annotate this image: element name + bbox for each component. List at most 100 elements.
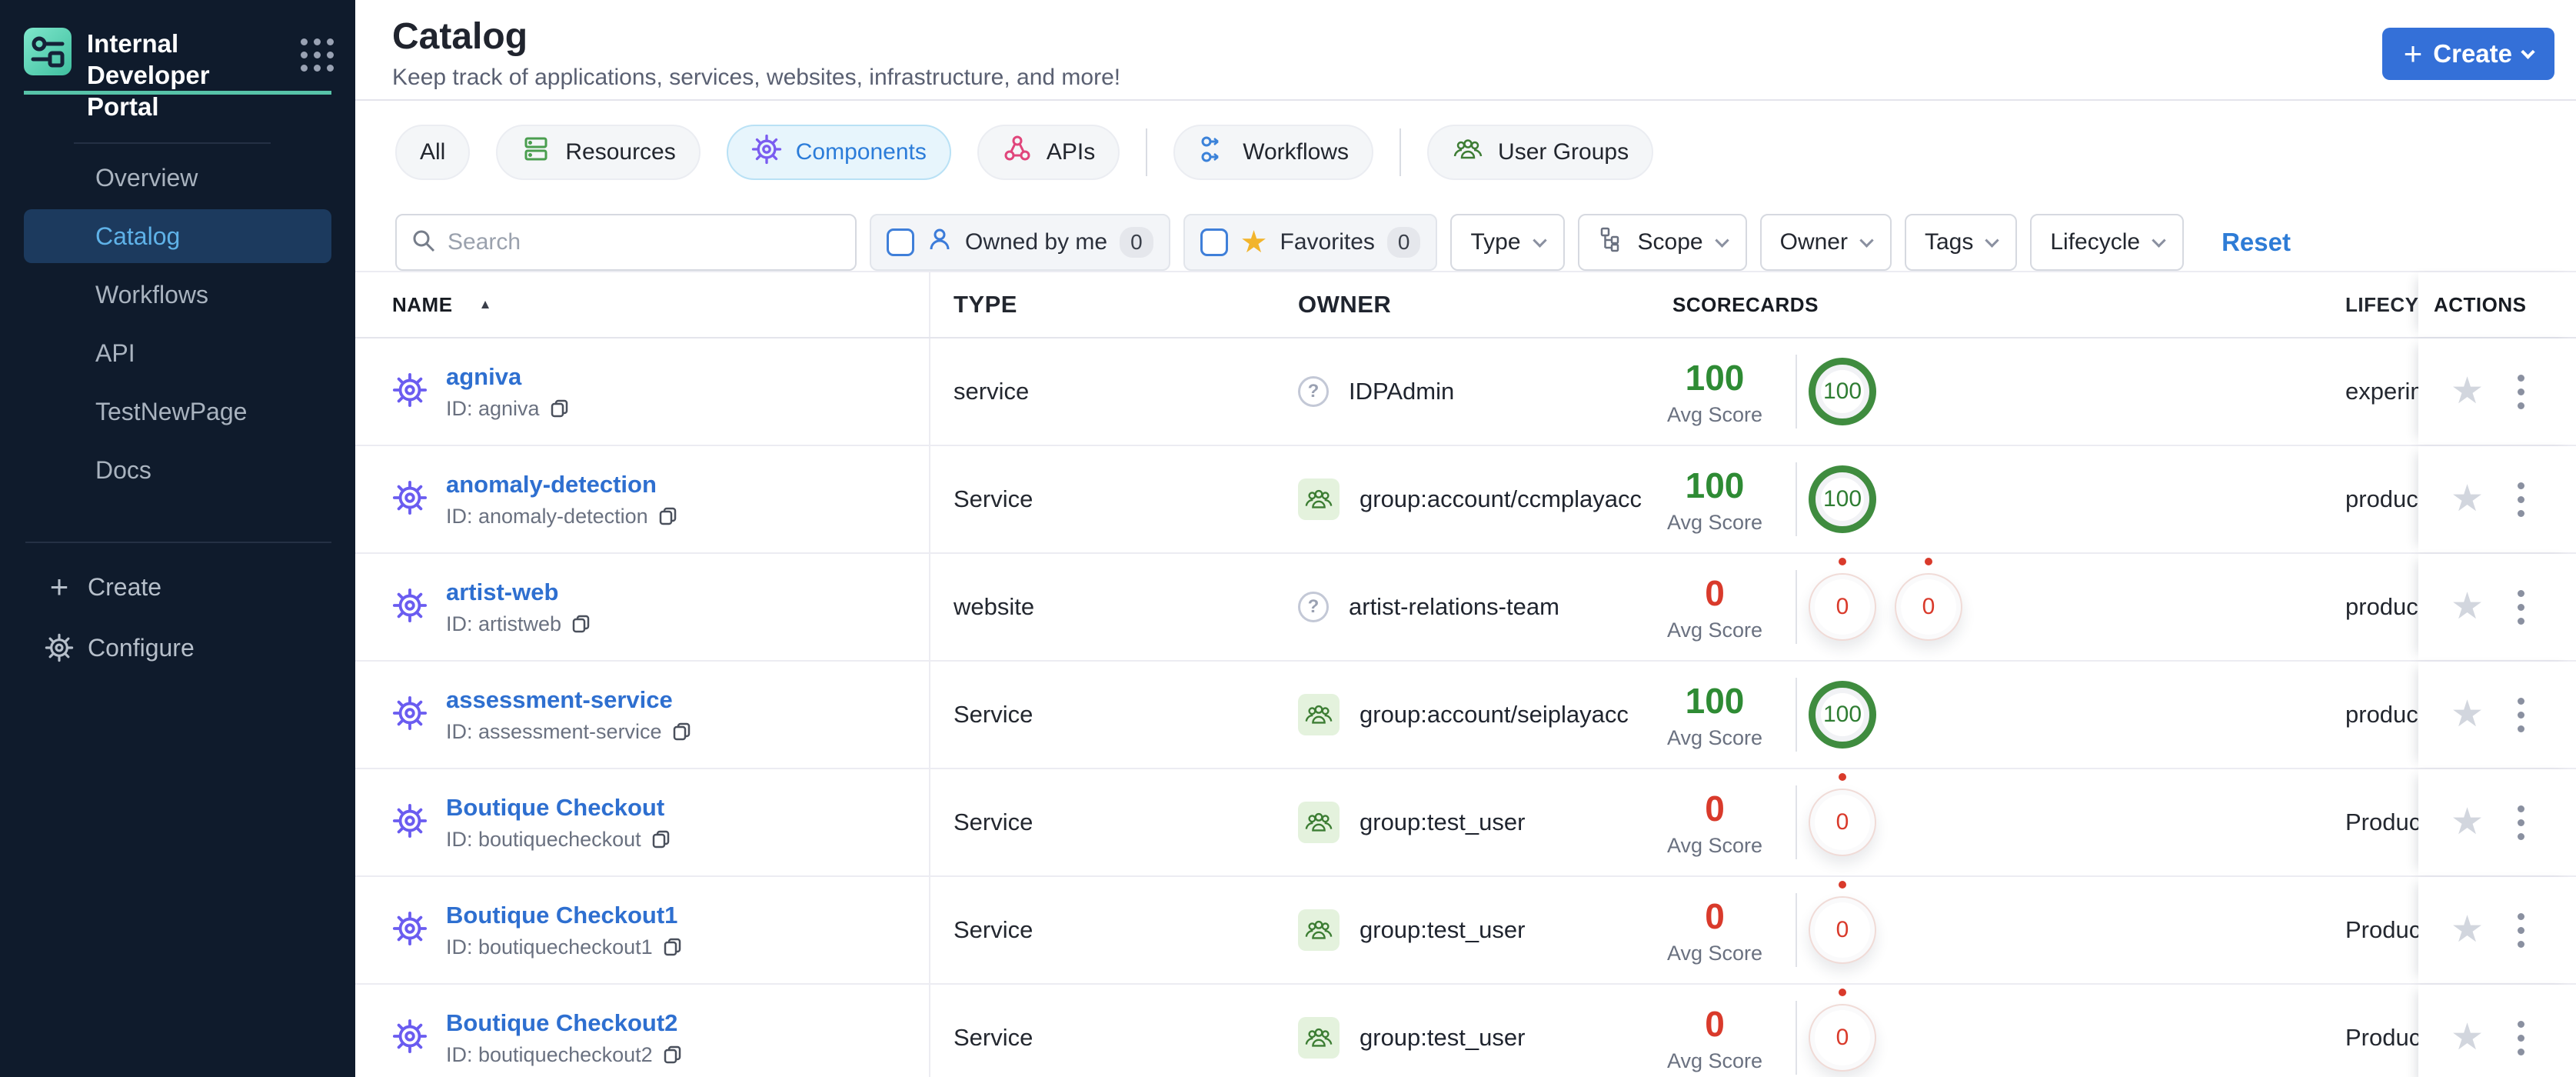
component-name-link[interactable]: assessment-service xyxy=(446,686,673,713)
table-row: Boutique Checkout2 ID: boutiquecheckout2… xyxy=(355,985,2576,1077)
tab-user-groups[interactable]: User Groups xyxy=(1427,125,1654,180)
scorecard-ring-value: 0 xyxy=(1835,917,1849,942)
sort-ascending-icon: ▲ xyxy=(478,297,492,312)
component-name-link[interactable]: Boutique Checkout2 xyxy=(446,1009,677,1036)
favorite-star-icon[interactable]: ★ xyxy=(2451,589,2484,625)
table-row: Boutique Checkout ID: boutiquecheckout S… xyxy=(355,769,2576,877)
tags-dropdown[interactable]: Tags xyxy=(1904,214,2018,271)
type-dropdown[interactable]: Type xyxy=(1450,214,1565,271)
copy-icon[interactable] xyxy=(662,936,684,958)
favorite-star-icon[interactable]: ★ xyxy=(2451,481,2484,518)
kebab-menu-icon[interactable] xyxy=(2513,909,2529,952)
copy-icon[interactable] xyxy=(657,505,679,527)
column-label: SCORECARDS xyxy=(1672,292,1819,316)
create-button[interactable]: + Create xyxy=(2381,28,2554,80)
tab-label: Resources xyxy=(565,139,676,165)
column-header-name[interactable]: NAME ▲ xyxy=(355,272,930,337)
scorecards-cell: 0 Avg Score 0 xyxy=(1630,989,2268,1075)
search-input[interactable] xyxy=(448,229,841,255)
favorites-checkbox[interactable] xyxy=(1200,228,1228,256)
actions-cell: ★ xyxy=(2418,446,2576,552)
component-id: ID: agniva xyxy=(446,396,540,420)
column-header-type[interactable]: TYPE xyxy=(930,291,1269,318)
sidebar-item-overview[interactable]: Overview xyxy=(24,151,331,205)
dropdown-label: Lifecycle xyxy=(2050,229,2141,255)
component-gear-icon xyxy=(392,372,428,412)
copy-icon[interactable] xyxy=(549,398,571,419)
dropdown-label: Scope xyxy=(1637,229,1703,255)
component-name-link[interactable]: Boutique Checkout1 xyxy=(446,902,677,929)
alert-dot-icon xyxy=(1839,773,1846,781)
sidebar-item-docs[interactable]: Docs xyxy=(24,443,331,497)
search-box[interactable] xyxy=(395,214,857,271)
favorite-star-icon[interactable]: ★ xyxy=(2451,696,2484,733)
copy-icon[interactable] xyxy=(571,613,592,635)
sidebar-configure-button[interactable]: Configure xyxy=(24,621,331,675)
scorecard-ring[interactable]: 0 xyxy=(1809,558,1876,641)
component-name-link[interactable]: anomaly-detection xyxy=(446,471,657,498)
component-id: ID: boutiquecheckout2 xyxy=(446,1042,653,1066)
owner-name: group:account/ccmplayacc xyxy=(1360,485,1642,512)
kebab-menu-icon[interactable] xyxy=(2513,801,2529,845)
favorite-star-icon[interactable]: ★ xyxy=(2451,373,2484,410)
scorecard-ring[interactable]: 100 xyxy=(1809,465,1876,533)
lifecycle-dropdown[interactable]: Lifecycle xyxy=(2030,214,2185,271)
scorecard-ring-value: 100 xyxy=(1822,378,1862,404)
sidebar-item-workflows[interactable]: Workflows xyxy=(24,268,331,322)
tab-apis[interactable]: APIs xyxy=(977,125,1120,180)
scorecard-ring[interactable]: 0 xyxy=(1809,989,1876,1072)
favorite-star-icon[interactable]: ★ xyxy=(2451,912,2484,949)
kebab-menu-icon[interactable] xyxy=(2513,1016,2529,1060)
scorecard-ring[interactable]: 0 xyxy=(1895,558,1962,641)
lifecycle-cell: Production xyxy=(2345,916,2418,943)
sidebar-item-testnewpage[interactable]: TestNewPage xyxy=(24,385,331,438)
copy-icon[interactable] xyxy=(651,829,672,850)
search-icon xyxy=(411,228,437,258)
scorecard-ring[interactable]: 100 xyxy=(1809,358,1876,425)
owned-by-me-checkbox[interactable] xyxy=(887,228,914,256)
owned-by-me-count: 0 xyxy=(1120,227,1153,258)
kebab-menu-icon[interactable] xyxy=(2513,693,2529,737)
component-gear-icon xyxy=(392,1019,428,1058)
avg-score-label: Avg Score xyxy=(1666,725,1763,749)
tab-components[interactable]: Components xyxy=(726,125,951,180)
tab-all[interactable]: All xyxy=(395,125,471,180)
copy-icon[interactable] xyxy=(662,1044,684,1065)
column-header-scorecards[interactable]: SCORECARDS xyxy=(1630,293,2268,317)
component-name-link[interactable]: artist-web xyxy=(446,579,558,605)
app-logo-icon xyxy=(24,28,72,79)
copy-icon[interactable] xyxy=(671,721,693,742)
component-id: ID: boutiquecheckout1 xyxy=(446,935,653,959)
scorecard-ring[interactable]: 0 xyxy=(1809,773,1876,856)
tab-workflows[interactable]: Workflows xyxy=(1173,125,1374,180)
owner-dropdown[interactable]: Owner xyxy=(1759,214,1892,271)
favorite-star-icon[interactable]: ★ xyxy=(2451,1019,2484,1056)
name-cell: Boutique Checkout1 ID: boutiquecheckout1 xyxy=(355,877,930,983)
sidebar-item-catalog[interactable]: Catalog xyxy=(24,209,331,263)
scorecard-ring[interactable]: 100 xyxy=(1809,681,1876,749)
tab-divider xyxy=(1399,128,1402,176)
owned-by-me-filter[interactable]: Owned by me 0 xyxy=(870,214,1170,271)
sidebar-item-api[interactable]: API xyxy=(24,326,331,380)
actions-cell: ★ xyxy=(2418,338,2576,445)
favorite-star-icon[interactable]: ★ xyxy=(2451,804,2484,841)
sidebar-create-button[interactable]: + Create xyxy=(24,560,331,614)
scope-dropdown[interactable]: Scope xyxy=(1577,214,1747,271)
column-header-owner[interactable]: OWNER xyxy=(1269,291,1630,318)
column-header-lifecycle[interactable]: LIFECYCLE xyxy=(2268,272,2418,337)
scorecard-ring[interactable]: 0 xyxy=(1809,881,1876,964)
sidebar-divider xyxy=(74,142,271,144)
kebab-menu-icon[interactable] xyxy=(2513,585,2529,629)
apps-grid-icon[interactable] xyxy=(301,38,334,72)
owner-cell: ? IDPAdmin xyxy=(1269,376,1630,407)
tab-resources[interactable]: Resources xyxy=(496,125,701,180)
component-name-link[interactable]: agniva xyxy=(446,363,521,390)
reset-filters-link[interactable]: Reset xyxy=(2222,228,2291,257)
name-block: Boutique Checkout1 ID: boutiquecheckout1 xyxy=(446,902,684,959)
kebab-menu-icon[interactable] xyxy=(2513,370,2529,414)
lifecycle-cell: experimental xyxy=(2345,378,2418,405)
sidebar-item-label: Docs xyxy=(95,455,151,484)
kebab-menu-icon[interactable] xyxy=(2513,478,2529,522)
component-name-link[interactable]: Boutique Checkout xyxy=(446,794,664,821)
favorites-filter[interactable]: ★ Favorites 0 xyxy=(1183,214,1438,271)
